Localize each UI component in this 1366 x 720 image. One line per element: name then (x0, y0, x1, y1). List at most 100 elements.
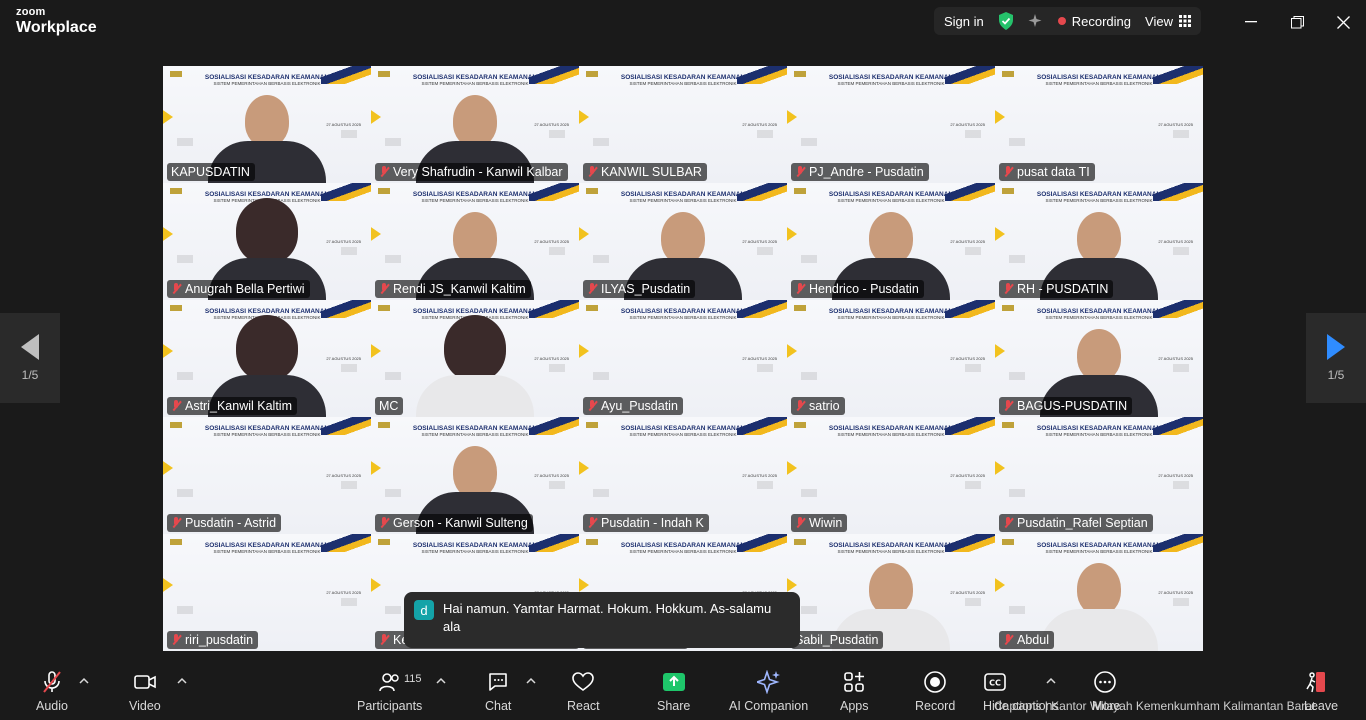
video-options-chevron-icon[interactable] (177, 676, 187, 686)
mic-muted-icon (171, 400, 181, 412)
minimize-button[interactable] (1241, 12, 1261, 32)
person-head (453, 95, 497, 147)
decor-dots (801, 138, 817, 146)
decor-dots (341, 481, 357, 489)
chat-avatar: d (414, 600, 434, 620)
slide-title: SOSIALISASI KESADARAN KEAMANAN SISTEM PEM… (163, 542, 371, 555)
participant-name-tag: Abdul (999, 631, 1054, 649)
participant-tile[interactable]: SOSIALISASI KESADARAN KEAMANAN SISTEM PEM… (995, 183, 1203, 300)
participant-tile[interactable]: SOSIALISASI KESADARAN KEAMANAN SISTEM PEM… (163, 183, 371, 300)
participant-tile[interactable]: SOSIALISASI KESADARAN KEAMANAN SISTEM PEM… (579, 183, 787, 300)
decor-dots (1173, 364, 1189, 372)
participant-tile[interactable]: SOSIALISASI KESADARAN KEAMANAN SISTEM PEM… (371, 183, 579, 300)
participant-name: Abdul (1017, 633, 1049, 647)
slide-subtitle-text: SISTEM PEMERINTAHAN BERBASIS ELEKTRONIK (1045, 549, 1153, 555)
participant-tile[interactable]: SOSIALISASI KESADARAN KEAMANAN SISTEM PEM… (579, 300, 787, 417)
participant-tile[interactable]: SOSIALISASI KESADARAN KEAMANAN SISTEM PEM… (163, 417, 371, 534)
decor-chevron (787, 457, 797, 479)
captions-chevron-icon[interactable] (1046, 676, 1056, 686)
participant-name-tag: Anugrah Bella Pertiwi (167, 280, 310, 298)
participant-tile[interactable]: SOSIALISASI KESADARAN KEAMANAN SISTEM PEM… (787, 534, 995, 651)
ai-sparkle-icon[interactable] (1028, 13, 1044, 29)
react-button[interactable]: React (567, 670, 600, 713)
decor-dots (1173, 481, 1189, 489)
chat-chevron-icon[interactable] (526, 676, 536, 686)
sign-in-button[interactable]: Sign in (944, 14, 984, 29)
chat-notification[interactable]: d Hai namun. Yamtar Harmat. Hokum. Hokku… (404, 592, 800, 648)
video-button[interactable]: Video (129, 670, 161, 713)
slide-title-text: SOSIALISASI KESADARAN KEAMANAN (204, 542, 330, 549)
decor-dots (385, 489, 401, 497)
close-window-button[interactable] (1333, 12, 1353, 32)
brand-large: Workplace (16, 19, 97, 36)
audio-button[interactable]: Audio (36, 670, 68, 713)
participant-tile[interactable]: SOSIALISASI KESADARAN KEAMANAN SISTEM PEM… (371, 300, 579, 417)
participant-tile[interactable]: SOSIALISASI KESADARAN KEAMANAN SISTEM PEM… (163, 66, 371, 183)
participant-tile[interactable]: SOSIALISASI KESADARAN KEAMANAN SISTEM PEM… (787, 417, 995, 534)
slide-title-text: SOSIALISASI KESADARAN KEAMANAN (828, 74, 954, 81)
leave-label: Leave (1304, 699, 1339, 713)
more-button[interactable] (1093, 670, 1117, 694)
participant-tile[interactable]: SOSIALISASI KESADARAN KEAMANAN SISTEM PEM… (579, 417, 787, 534)
participants-chevron-icon[interactable] (436, 676, 446, 686)
person-head (236, 315, 298, 381)
participant-tile[interactable]: SOSIALISASI KESADARAN KEAMANAN SISTEM PEM… (163, 534, 371, 651)
ai-companion-button[interactable]: AI Companion (729, 670, 808, 713)
participant-tile[interactable]: SOSIALISASI KESADARAN KEAMANAN SISTEM PEM… (995, 534, 1203, 651)
participant-name-tag: Astri_Kanwil Kaltim (167, 397, 297, 415)
apps-button[interactable]: Apps (840, 670, 869, 713)
participant-name: Astri_Kanwil Kaltim (185, 399, 292, 413)
decor-dots (965, 598, 981, 606)
person-head (444, 315, 506, 381)
slide-date: 27 AGUSTUS 2025 (1158, 239, 1193, 244)
slide-subtitle-text: SISTEM PEMERINTAHAN BERBASIS ELEKTRONIK (213, 549, 321, 555)
participant-tile[interactable]: SOSIALISASI KESADARAN KEAMANAN SISTEM PEM… (787, 66, 995, 183)
restore-button[interactable] (1287, 12, 1307, 32)
slide-title: SOSIALISASI KESADARAN KEAMANAN SISTEM PEM… (579, 74, 787, 87)
decor-dots (801, 372, 817, 380)
slide-subtitle-text: SISTEM PEMERINTAHAN BERBASIS ELEKTRONIK (629, 549, 737, 555)
participant-tile[interactable]: SOSIALISASI KESADARAN KEAMANAN SISTEM PEM… (371, 417, 579, 534)
participant-tile[interactable]: SOSIALISASI KESADARAN KEAMANAN SISTEM PEM… (579, 66, 787, 183)
record-button[interactable]: Record (915, 670, 955, 713)
participant-tile[interactable]: SOSIALISASI KESADARAN KEAMANAN SISTEM PEM… (995, 66, 1203, 183)
slide-subtitle-text: SISTEM PEMERINTAHAN BERBASIS ELEKTRONIK (421, 432, 529, 438)
ai-companion-label: AI Companion (729, 699, 809, 713)
recording-indicator[interactable]: Recording (1057, 14, 1131, 29)
share-button[interactable]: Share (657, 670, 690, 713)
previous-page-button[interactable]: 1/5 (0, 313, 60, 403)
slide-title-text: SOSIALISASI KESADARAN KEAMANAN (1036, 191, 1162, 198)
participant-tile[interactable]: SOSIALISASI KESADARAN KEAMANAN SISTEM PEM… (163, 300, 371, 417)
decor-dots (801, 606, 817, 614)
participant-tile[interactable]: SOSIALISASI KESADARAN KEAMANAN SISTEM PEM… (787, 183, 995, 300)
decor-dots (965, 364, 981, 372)
mic-muted-icon (795, 166, 805, 178)
slide-subtitle-text: SISTEM PEMERINTAHAN BERBASIS ELEKTRONIK (213, 81, 321, 87)
captions-button[interactable]: CC (983, 670, 1007, 694)
participant-name: Pusdatin - Indah K (601, 516, 704, 530)
view-button[interactable]: View (1145, 14, 1191, 29)
participant-tile[interactable]: SOSIALISASI KESADARAN KEAMANAN SISTEM PEM… (371, 66, 579, 183)
decor-dots (549, 481, 565, 489)
next-page-button[interactable]: 1/5 (1306, 313, 1366, 403)
decor-dots (1173, 598, 1189, 606)
slide-title-text: SOSIALISASI KESADARAN KEAMANAN (620, 542, 746, 549)
slide-subtitle-text: SISTEM PEMERINTAHAN BERBASIS ELEKTRONIK (213, 432, 321, 438)
slide-date: 27 AGUSTUS 2025 (534, 356, 569, 361)
participant-tile[interactable]: SOSIALISASI KESADARAN KEAMANAN SISTEM PEM… (995, 300, 1203, 417)
audio-options-chevron-icon[interactable] (79, 676, 89, 686)
decor-chevron (163, 574, 173, 596)
slide-title-text: SOSIALISASI KESADARAN KEAMANAN (412, 74, 538, 81)
brand-small: zoom (16, 6, 46, 18)
slide-title: SOSIALISASI KESADARAN KEAMANAN SISTEM PEM… (995, 308, 1203, 321)
encryption-shield-icon[interactable] (998, 12, 1014, 30)
decor-dots (1009, 138, 1025, 146)
participant-tile[interactable]: SOSIALISASI KESADARAN KEAMANAN SISTEM PEM… (787, 300, 995, 417)
decor-chevron (579, 457, 589, 479)
leave-button[interactable] (1303, 670, 1327, 694)
chat-button[interactable]: Chat (485, 670, 511, 713)
mic-muted-icon (1003, 400, 1013, 412)
slide-title: SOSIALISASI KESADARAN KEAMANAN SISTEM PEM… (787, 425, 995, 438)
decor-chevron (163, 106, 173, 128)
participant-tile[interactable]: SOSIALISASI KESADARAN KEAMANAN SISTEM PEM… (995, 417, 1203, 534)
